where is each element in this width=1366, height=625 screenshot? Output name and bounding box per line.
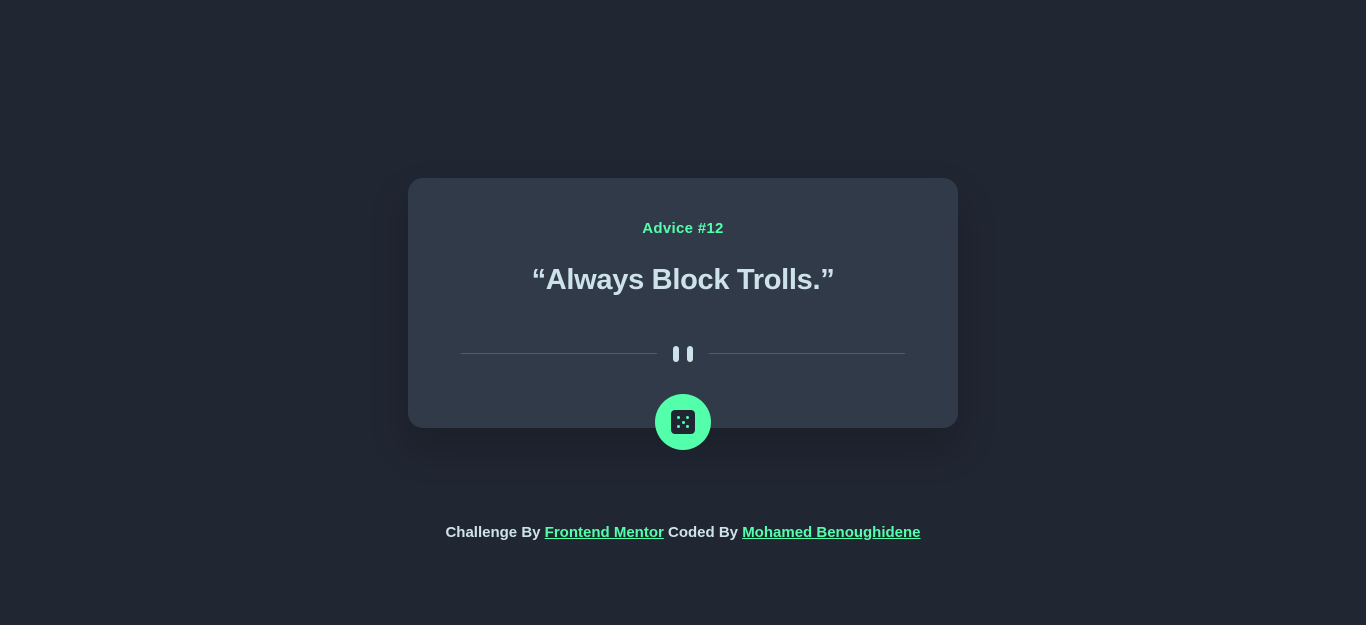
advice-quote: “Always Block Trolls.” <box>531 264 835 296</box>
pause-icon <box>672 346 694 362</box>
challenge-by-label: Challenge By <box>445 524 541 541</box>
author-link[interactable]: Mohamed Benoughidene <box>742 524 920 541</box>
advice-number: Advice #12 <box>642 220 724 237</box>
page: Advice #12 “Always Block Trolls.” Challe… <box>0 0 1366 625</box>
frontend-mentor-link[interactable]: Frontend Mentor <box>545 524 664 541</box>
dice-icon <box>671 410 695 434</box>
divider-line-right <box>709 353 905 354</box>
coded-by-label: Coded By <box>668 524 739 541</box>
divider <box>461 346 905 362</box>
divider-line-left <box>461 353 657 354</box>
advice-card: Advice #12 “Always Block Trolls.” <box>408 178 958 450</box>
attribution: Challenge By Frontend Mentor Coded By Mo… <box>0 524 1366 541</box>
new-advice-button[interactable] <box>655 394 711 450</box>
